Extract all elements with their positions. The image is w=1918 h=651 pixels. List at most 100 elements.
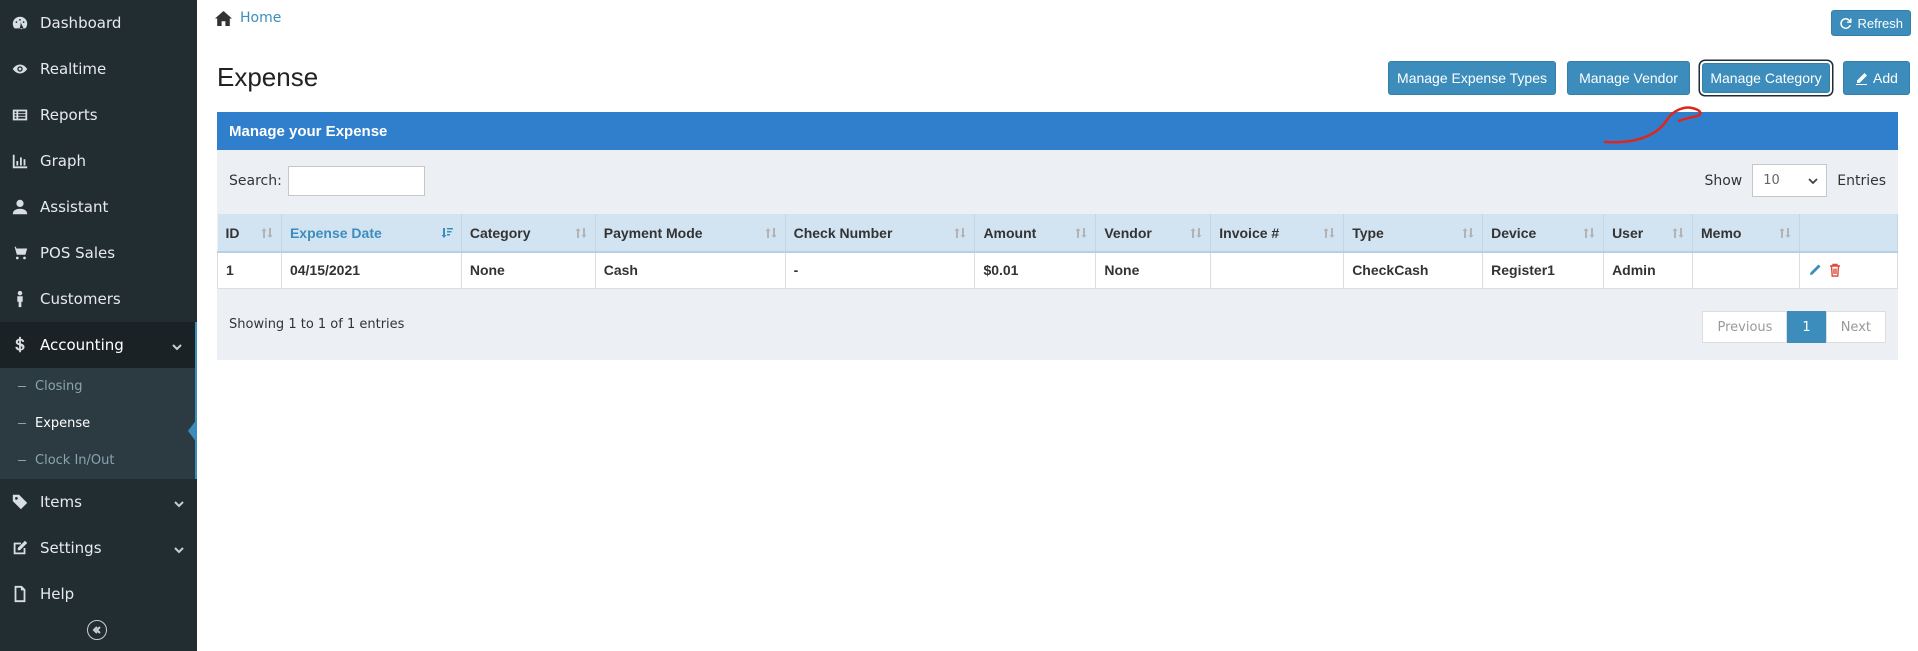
breadcrumb: Home <box>215 10 281 26</box>
chevron-down-icon <box>1808 178 1818 185</box>
column-header-label: User <box>1612 224 1644 241</box>
column-header-type[interactable]: Type <box>1343 214 1484 253</box>
expense-table: ID Expense Date Category Payment Mode Ch… <box>217 214 1899 289</box>
column-header-invoice[interactable]: Invoice # <box>1210 214 1345 253</box>
sidebar-item-customers[interactable]: Customers <box>0 276 197 322</box>
column-header-memo[interactable]: Memo <box>1692 214 1800 253</box>
sidebar-item-dashboard[interactable]: Dashboard <box>0 0 197 46</box>
table-row: 1 04/15/2021 None Cash - $0.01 None Chec… <box>217 252 1899 289</box>
page-1-button[interactable]: 1 <box>1787 311 1826 343</box>
cell-id: 1 <box>217 252 282 289</box>
next-page-button[interactable]: Next <box>1825 311 1886 343</box>
sidebar-item-pos-sales[interactable]: POS Sales <box>0 230 197 276</box>
annotation-arrow <box>1603 106 1702 144</box>
show-label: Show <box>1704 172 1743 189</box>
table-info: Showing 1 to 1 of 1 entries <box>229 317 405 332</box>
sidebar-item-label: Accounting <box>40 336 124 354</box>
sort-icon <box>1190 226 1202 238</box>
cell-device: Register1 <box>1482 252 1605 289</box>
column-header-actions <box>1799 214 1899 253</box>
add-label: Add <box>1873 70 1898 86</box>
cell-expense-date: 04/15/2021 <box>281 252 462 289</box>
dashboard-icon <box>10 13 30 33</box>
delete-trash-icon[interactable] <box>1828 263 1842 277</box>
sidebar-item-label: Customers <box>40 290 121 308</box>
entries-select[interactable]: 10 <box>1752 164 1828 197</box>
chevron-down-icon <box>173 496 185 508</box>
edit-icon <box>10 538 30 558</box>
table-header-row: ID Expense Date Category Payment Mode Ch… <box>217 214 1899 253</box>
sidebar-item-graph[interactable]: Graph <box>0 138 197 184</box>
sidebar-item-settings[interactable]: Settings <box>0 525 197 571</box>
column-header-device[interactable]: Device <box>1482 214 1605 253</box>
column-header-id[interactable]: ID <box>217 214 282 253</box>
sort-icon <box>575 226 587 238</box>
double-chevron-left-icon <box>92 626 101 634</box>
search-input[interactable] <box>287 166 425 196</box>
sidebar-item-items[interactable]: Items <box>0 479 197 525</box>
file-icon <box>10 584 30 604</box>
search-label: Search: <box>229 173 282 189</box>
pencil-icon <box>1856 72 1868 85</box>
manage-category-button[interactable]: Manage Category <box>1702 63 1830 93</box>
active-indicator <box>188 419 197 443</box>
column-header-label: Invoice # <box>1219 224 1280 241</box>
refresh-button[interactable]: Refresh <box>1831 10 1911 36</box>
breadcrumb-home-link[interactable]: Home <box>240 10 281 26</box>
entries-control: Show 10 Entries <box>1704 164 1886 197</box>
sidebar: Dashboard Realtime Reports Graph Assista… <box>0 0 197 651</box>
entries-select-value: 10 <box>1763 173 1780 188</box>
sort-icon <box>1583 226 1595 238</box>
chevron-down-icon <box>171 339 183 351</box>
sidebar-subitem-closing[interactable]: Closing <box>0 368 195 405</box>
sidebar-subitem-expense[interactable]: Expense <box>0 405 195 442</box>
column-header-label: ID <box>225 224 240 241</box>
sort-icon <box>954 226 966 238</box>
main-content: Home Refresh Expense Manage Expense Type… <box>197 0 1918 651</box>
chevron-down-icon <box>173 542 185 554</box>
column-header-category[interactable]: Category <box>461 214 596 253</box>
previous-page-button[interactable]: Previous <box>1702 311 1788 343</box>
sort-icon <box>765 226 777 238</box>
pagination: Previous 1 Next <box>1702 311 1886 343</box>
sidebar-item-label: POS Sales <box>40 244 116 262</box>
sidebar-subitem-label: Expense <box>35 416 91 431</box>
column-header-amount[interactable]: Amount <box>974 214 1097 253</box>
sort-icon <box>1075 226 1087 238</box>
cell-vendor: None <box>1095 252 1212 289</box>
sidebar-item-label: Dashboard <box>40 14 122 32</box>
manage-expense-types-button[interactable]: Manage Expense Types <box>1388 61 1556 95</box>
manage-vendor-button[interactable]: Manage Vendor <box>1567 61 1690 95</box>
sidebar-item-realtime[interactable]: Realtime <box>0 46 197 92</box>
column-header-vendor[interactable]: Vendor <box>1095 214 1212 253</box>
sort-icon <box>1779 226 1791 238</box>
sidebar-item-help[interactable]: Help <box>0 571 197 617</box>
sidebar-item-label: Realtime <box>40 60 107 78</box>
sort-icon <box>1672 226 1684 238</box>
edit-pencil-icon[interactable] <box>1808 263 1822 277</box>
sidebar-item-label: Reports <box>40 106 98 124</box>
column-header-label: Amount <box>983 224 1037 241</box>
sort-icon <box>1462 226 1474 238</box>
refresh-icon <box>1840 17 1852 29</box>
add-button[interactable]: Add <box>1843 61 1910 95</box>
sidebar-item-label: Graph <box>40 152 87 170</box>
sidebar-subitem-clock-in-out[interactable]: Clock In/Out <box>0 442 195 479</box>
sidebar-subitem-label: Closing <box>35 379 83 394</box>
sidebar-item-accounting[interactable]: Accounting <box>0 322 197 368</box>
column-header-user[interactable]: User <box>1603 214 1694 253</box>
cell-actions <box>1799 252 1899 289</box>
sidebar-item-reports[interactable]: Reports <box>0 92 197 138</box>
entries-label: Entries <box>1837 172 1886 189</box>
cell-check-number: - <box>785 252 976 289</box>
column-header-payment-mode[interactable]: Payment Mode <box>595 214 786 253</box>
accounting-submenu: Closing Expense Clock In/Out <box>0 368 197 479</box>
sidebar-item-label: Items <box>40 493 82 511</box>
collapse-sidebar-button[interactable] <box>87 620 107 640</box>
refresh-label: Refresh <box>1857 15 1903 31</box>
column-header-check-number[interactable]: Check Number <box>785 214 976 253</box>
sidebar-item-assistant[interactable]: Assistant <box>0 184 197 230</box>
bar-chart-icon <box>10 151 30 171</box>
column-header-label: Vendor <box>1104 224 1152 241</box>
column-header-expense-date[interactable]: Expense Date <box>281 214 462 253</box>
